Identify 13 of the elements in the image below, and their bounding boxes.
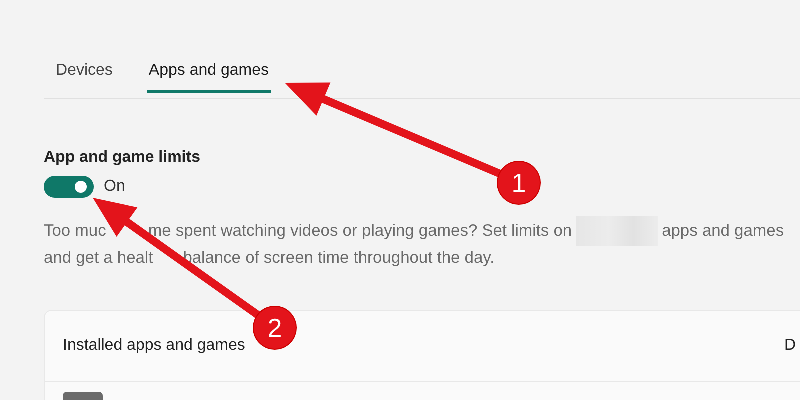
tab[interactable]: Devices [44,58,115,93]
description-text: me spent watching videos or playing games? Set limits on [148,221,572,242]
description-text: balance of screen time throughout the day. [183,248,495,269]
section-heading: App and game limits [44,149,202,167]
tab[interactable]: Apps and games [146,58,271,93]
toggle-label: On [104,178,126,196]
description-text: apps and games [662,221,784,242]
description-text: Too muc [44,221,106,242]
toggle-switch[interactable] [44,176,94,198]
column-header: D [784,337,796,355]
card-title: Installed apps and games [63,337,246,355]
number-badge: 1 [498,162,540,204]
description-text: and get a healt [44,248,154,269]
